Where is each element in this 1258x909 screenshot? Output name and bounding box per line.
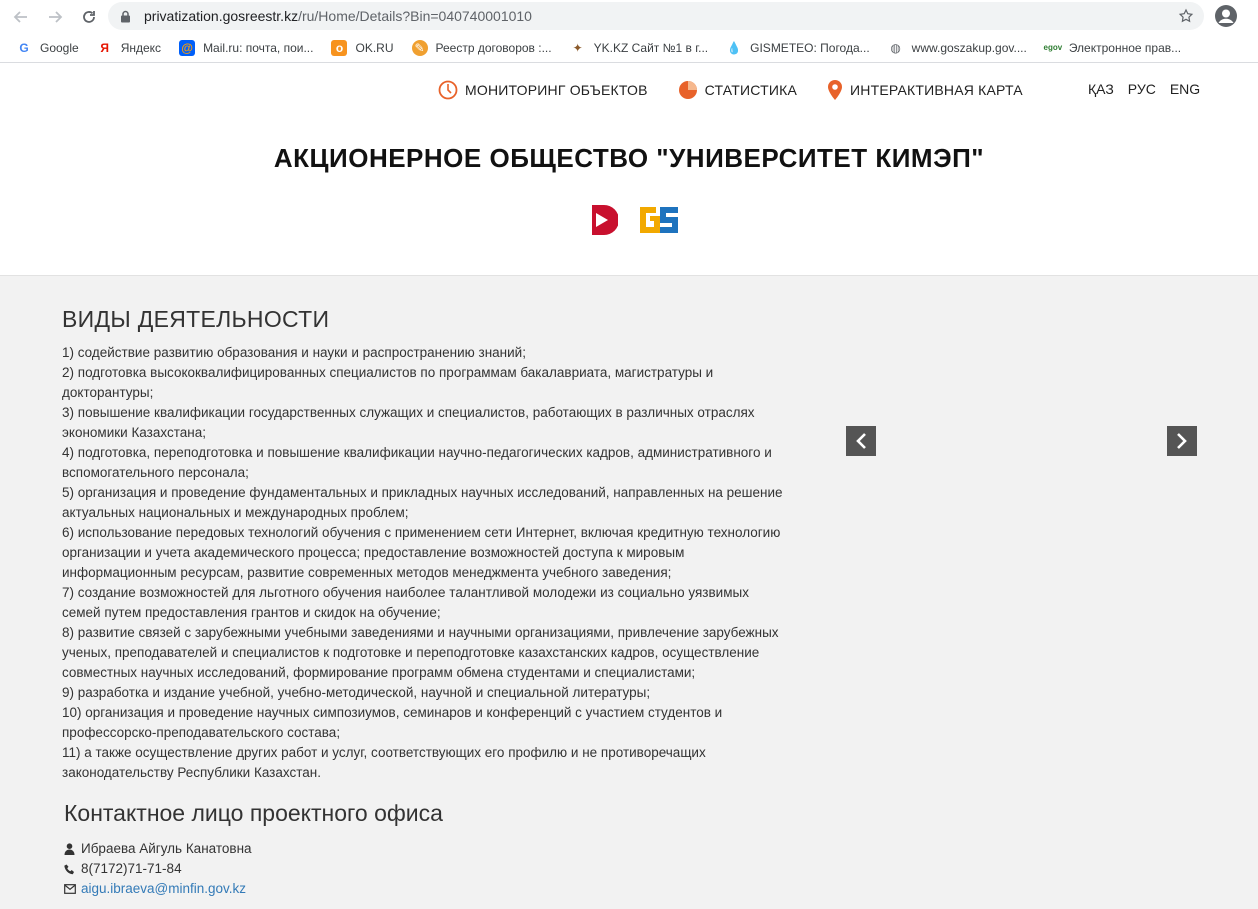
main-content: ВИДЫ ДЕЯТЕЛЬНОСТИ 1) содействие развитию… bbox=[0, 276, 1258, 909]
bookmark-star-icon[interactable] bbox=[1178, 8, 1194, 29]
bookmark-registry[interactable]: ✎ Реестр договоров :... bbox=[411, 39, 552, 56]
bookmark-egov[interactable]: egov Электронное прав... bbox=[1043, 40, 1182, 56]
contact-email-link[interactable]: aigu.ibraeva@minfin.gov.kz bbox=[81, 879, 246, 899]
activity-line: 5) организация и проведение фундаменталь… bbox=[62, 485, 783, 500]
lang-kaz[interactable]: ҚАЗ bbox=[1088, 81, 1114, 97]
bookmark-ok[interactable]: о OK.RU bbox=[331, 39, 394, 56]
mailru-icon: @ bbox=[179, 39, 196, 56]
activities-text: 1) содействие развитию образования и нау… bbox=[62, 343, 822, 783]
nav-statistics[interactable]: СТАТИСТИКА bbox=[678, 80, 797, 100]
activity-line: организации и учета академического проце… bbox=[62, 545, 685, 560]
activity-line: 2) подготовка высококвалифицированных сп… bbox=[62, 365, 714, 380]
red-logo-icon[interactable] bbox=[590, 203, 619, 242]
top-navigation: МОНИТОРИНГ ОБЪЕКТОВ СТАТИСТИКА ИНТЕРАКТИ… bbox=[438, 79, 1053, 101]
activity-line: ученых, преподавателей и специалистов к … bbox=[62, 645, 760, 660]
bookmark-yk[interactable]: ✦ YK.KZ Сайт №1 в г... bbox=[570, 40, 709, 56]
bookmark-google[interactable]: G Google bbox=[16, 40, 78, 56]
carousel-next-button[interactable] bbox=[1167, 426, 1197, 456]
activity-line: семей путем предоставления грантов и ски… bbox=[62, 605, 441, 620]
registry-icon: ✎ bbox=[411, 39, 428, 56]
lang-eng[interactable]: ENG bbox=[1170, 81, 1200, 97]
bookmark-goszakup[interactable]: ◍ www.goszakup.gov.... bbox=[888, 40, 1026, 56]
reload-icon bbox=[83, 10, 95, 23]
activities-heading: ВИДЫ ДЕЯТЕЛЬНОСТИ bbox=[62, 306, 330, 332]
carousel-prev-button[interactable] bbox=[846, 426, 876, 456]
url-text: privatization.gosreestr.kz/ru/Home/Detai… bbox=[144, 8, 532, 24]
reload-button[interactable] bbox=[76, 4, 102, 30]
activity-line: актуальных национальных и международных … bbox=[62, 505, 409, 520]
gauge-icon bbox=[438, 80, 458, 100]
activity-line: 10) организация и проведение научных сим… bbox=[62, 705, 723, 720]
forward-arrow-icon bbox=[49, 10, 63, 23]
browser-chrome: privatization.gosreestr.kz/ru/Home/Detai… bbox=[0, 0, 1258, 63]
back-arrow-icon bbox=[13, 10, 27, 23]
activity-line: профессорско-преподавательского состава; bbox=[62, 725, 341, 740]
activity-line: законодательству Республики Казахстан. bbox=[62, 765, 321, 780]
chevron-right-icon bbox=[1177, 433, 1187, 449]
envelope-icon bbox=[64, 884, 79, 894]
contact-phone-row: 8(7172)71-71-84 bbox=[64, 859, 822, 879]
contact-name-row: Ибраева Айгуль Канатовна bbox=[64, 839, 822, 859]
activity-line: 3) повышение квалификации государственны… bbox=[62, 405, 755, 420]
activity-line: 1) содействие развитию образования и нау… bbox=[62, 345, 526, 360]
details-column: ВИДЫ ДЕЯТЕЛЬНОСТИ 1) содействие развитию… bbox=[62, 306, 822, 899]
user-icon bbox=[64, 843, 79, 855]
contact-block: Ибраева Айгуль Канатовна 8(7172)71-71-84… bbox=[64, 839, 822, 899]
activity-line: вспомогательного персонала; bbox=[62, 465, 249, 480]
activity-line: 9) разработка и издание учебной, учебно-… bbox=[62, 685, 651, 700]
pie-chart-icon bbox=[678, 80, 698, 100]
bookmark-mailru[interactable]: @ Mail.ru: почта, пои... bbox=[179, 39, 313, 56]
bookmark-yandex[interactable]: Я Яндекс bbox=[97, 40, 161, 56]
site-header: МОНИТОРИНГ ОБЪЕКТОВ СТАТИСТИКА ИНТЕРАКТИ… bbox=[0, 63, 1258, 276]
activity-line: 7) создание возможностей для льготного о… bbox=[62, 585, 749, 600]
lang-rus[interactable]: РУС bbox=[1128, 81, 1156, 97]
activity-line: 8) развитие связей с зарубежными учебным… bbox=[62, 625, 779, 640]
lock-icon bbox=[120, 9, 134, 23]
organization-title: АКЦИОНЕРНОЕ ОБЩЕСТВО "УНИВЕРСИТЕТ КИМЭП" bbox=[273, 143, 985, 173]
back-button[interactable] bbox=[8, 4, 34, 30]
egov-icon: egov bbox=[1043, 43, 1063, 52]
map-pin-icon bbox=[827, 79, 843, 101]
forward-button[interactable] bbox=[42, 4, 68, 30]
contact-heading: Контактное лицо проектного офиса bbox=[64, 800, 443, 826]
browser-toolbar: privatization.gosreestr.kz/ru/Home/Detai… bbox=[0, 0, 1258, 33]
ok-icon: о bbox=[331, 39, 348, 56]
yk-icon: ✦ bbox=[572, 40, 583, 55]
nav-monitoring[interactable]: МОНИТОРИНГ ОБЪЕКТОВ bbox=[438, 80, 648, 100]
yandex-icon: Я bbox=[100, 40, 110, 55]
contact-email-row: aigu.ibraeva@minfin.gov.kz bbox=[64, 879, 822, 899]
language-switcher: ҚАЗ РУС ENG bbox=[1088, 81, 1214, 97]
contact-phone: 8(7172)71-71-84 bbox=[81, 861, 182, 876]
activity-line: информационным ресурсам, развитие соврем… bbox=[62, 565, 672, 580]
activity-line: 6) использование передовых технологий об… bbox=[62, 525, 781, 540]
activity-line: 11) а также осуществление других работ и… bbox=[62, 745, 706, 760]
bookmarks-bar: G Google Я Яндекс @ Mail.ru: почта, пои.… bbox=[0, 33, 1258, 63]
activity-line: 4) подготовка, переподготовка и повышени… bbox=[62, 445, 772, 460]
google-icon: G bbox=[19, 40, 29, 55]
contact-name: Ибраева Айгуль Канатовна bbox=[81, 841, 252, 856]
globe-icon: ◍ bbox=[890, 40, 901, 55]
profile-avatar-icon[interactable] bbox=[1214, 4, 1238, 33]
chevron-left-icon bbox=[856, 433, 866, 449]
activity-line: совместных научных исследований, формиро… bbox=[62, 665, 696, 680]
activity-line: экономики Казахстана; bbox=[62, 425, 206, 440]
activity-line: докторантуры; bbox=[62, 385, 154, 400]
partner-logos bbox=[590, 203, 680, 242]
gs-logo-icon[interactable] bbox=[638, 203, 680, 242]
bookmark-gismeteo[interactable]: 💧 GISMETEO: Погода... bbox=[726, 40, 870, 56]
nav-map[interactable]: ИНТЕРАКТИВНАЯ КАРТА bbox=[827, 79, 1023, 101]
phone-icon bbox=[64, 864, 79, 875]
gismeteo-icon: 💧 bbox=[726, 40, 742, 55]
address-bar[interactable]: privatization.gosreestr.kz/ru/Home/Detai… bbox=[108, 2, 1204, 30]
